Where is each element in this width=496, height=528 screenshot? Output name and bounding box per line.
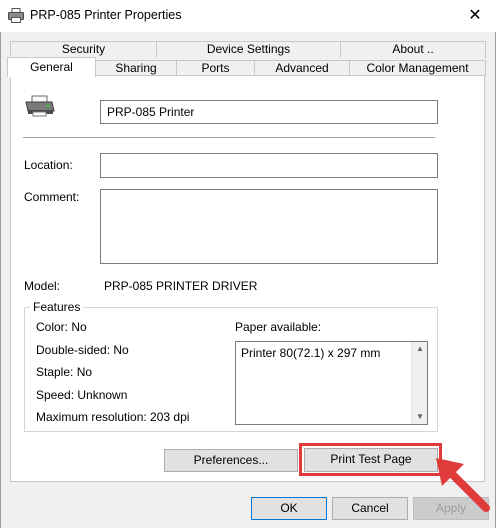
- tab-about[interactable]: About ..: [340, 41, 486, 58]
- scroll-up-icon[interactable]: ▲: [412, 342, 428, 356]
- preferences-label: Preferences...: [193, 453, 269, 467]
- cancel-label: Cancel: [351, 501, 389, 515]
- tab-label: General: [30, 60, 73, 74]
- comment-input[interactable]: [100, 189, 438, 264]
- feature-color: Color: No: [36, 320, 87, 334]
- cancel-button[interactable]: Cancel: [332, 497, 408, 520]
- printer-large-icon: [25, 95, 55, 117]
- annotation-arrow-icon: [436, 458, 490, 512]
- tab-sharing[interactable]: Sharing: [95, 60, 177, 76]
- tab-label: Ports: [201, 61, 230, 75]
- tab-label: Sharing: [115, 61, 157, 75]
- highlight-box: [299, 443, 442, 476]
- tab-general[interactable]: General: [7, 57, 96, 77]
- model-value: PRP-085 PRINTER DRIVER: [104, 279, 258, 293]
- feature-staple: Staple: No: [36, 365, 93, 379]
- printer-name-value: PRP-085 Printer: [107, 105, 195, 119]
- feature-speed: Speed: Unknown: [36, 388, 128, 402]
- preferences-button[interactable]: Preferences...: [164, 449, 298, 472]
- feature-max-resolution: Maximum resolution: 203 dpi: [36, 410, 190, 424]
- location-label: Location:: [24, 158, 73, 172]
- tab-label: Advanced: [275, 61, 329, 75]
- tab-color-management[interactable]: Color Management: [349, 60, 486, 76]
- feature-double-sided: Double-sided: No: [36, 343, 129, 357]
- ok-label: OK: [280, 501, 298, 515]
- scroll-down-icon[interactable]: ▼: [412, 410, 428, 424]
- printer-name-input[interactable]: PRP-085 Printer: [100, 100, 438, 124]
- window-title: PRP-085 Printer Properties: [30, 8, 182, 22]
- tab-label: About ..: [392, 42, 434, 56]
- tab-ports[interactable]: Ports: [176, 60, 255, 76]
- tab-device-settings[interactable]: Device Settings: [156, 41, 341, 58]
- model-label: Model:: [24, 279, 61, 293]
- paper-available-label: Paper available:: [235, 320, 322, 334]
- tab-label: Device Settings: [206, 42, 291, 56]
- tab-label: Security: [61, 42, 106, 56]
- tab-label: Color Management: [366, 61, 469, 75]
- paper-list-item[interactable]: Printer 80(72.1) x 297 mm: [241, 346, 380, 360]
- printer-icon: [8, 8, 24, 23]
- features-title: Features: [30, 300, 84, 314]
- close-button[interactable]: ✕: [462, 4, 488, 28]
- paper-listbox[interactable]: Printer 80(72.1) x 297 mm ▲ ▼: [235, 341, 428, 425]
- tab-security[interactable]: Security: [10, 41, 157, 58]
- tab-advanced[interactable]: Advanced: [254, 60, 350, 76]
- ok-button[interactable]: OK: [251, 497, 327, 520]
- paper-scrollbar[interactable]: ▲ ▼: [411, 342, 427, 424]
- separator: [23, 137, 435, 138]
- location-input[interactable]: [100, 153, 438, 178]
- comment-label: Comment:: [24, 190, 80, 204]
